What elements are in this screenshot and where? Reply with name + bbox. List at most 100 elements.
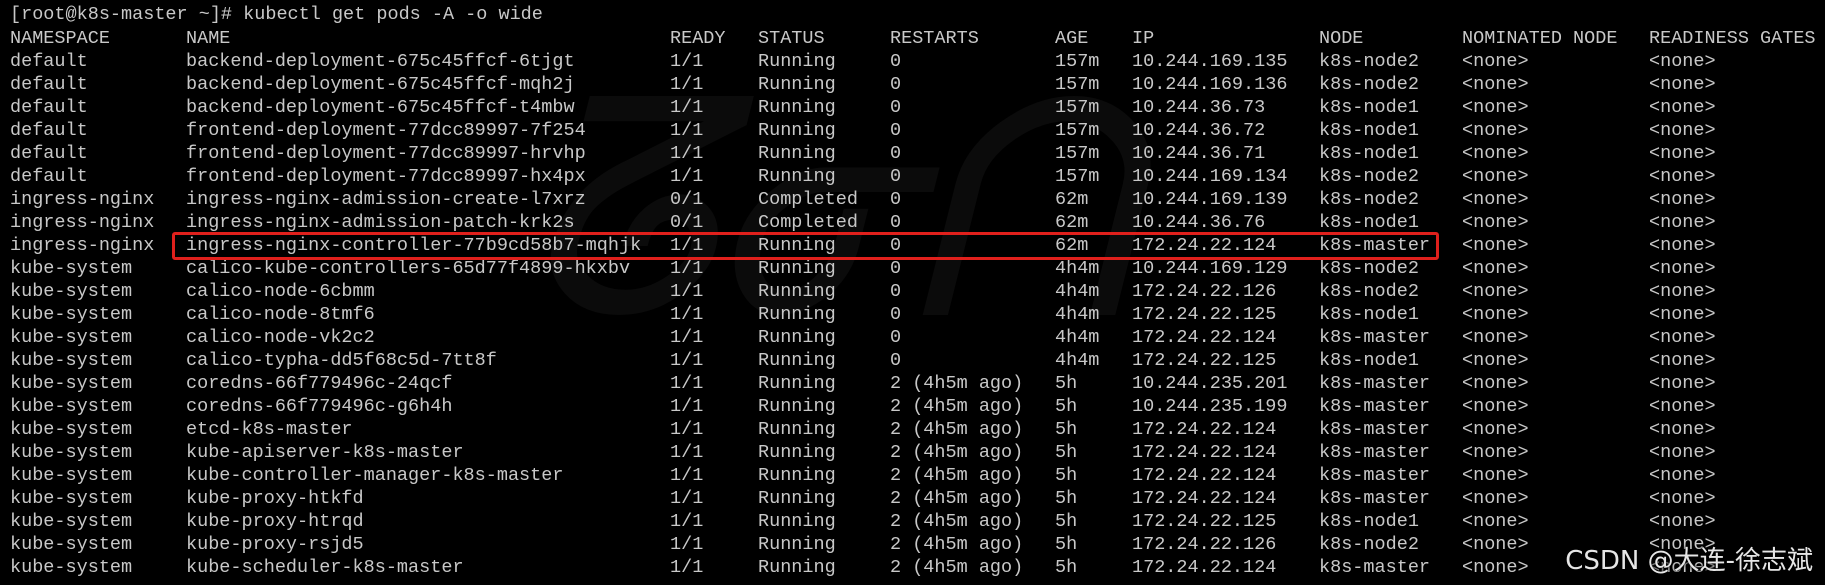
cell-status: Running <box>758 166 836 187</box>
cell-readiness-gates: <none> <box>1649 120 1716 141</box>
cell-namespace: ingress-nginx <box>10 235 155 256</box>
cell-node: k8s-node2 <box>1319 258 1419 279</box>
cell-name: calico-kube-controllers-65d77f4899-hkxbv <box>186 258 631 279</box>
cell-nominated-node: <none> <box>1462 235 1529 256</box>
cell-namespace: kube-system <box>10 281 133 302</box>
cell-ready: 1/1 <box>670 419 704 440</box>
cell-ip: 172.24.22.125 <box>1132 304 1277 325</box>
cell-readiness-gates: <none> <box>1649 350 1716 371</box>
cell-age: 5h <box>1055 396 1078 417</box>
cell-namespace: default <box>10 51 88 72</box>
cell-readiness-gates: <none> <box>1649 373 1716 394</box>
watermark-credit: CSDN @大连-徐志斌 <box>1565 546 1813 576</box>
cell-namespace: kube-system <box>10 327 133 348</box>
highlight-box <box>172 232 1439 260</box>
cell-node: k8s-node2 <box>1319 74 1419 95</box>
cell-restarts: 2 (4h5m ago) <box>890 511 1024 532</box>
cell-restarts: 2 (4h5m ago) <box>890 442 1024 463</box>
cell-name: kube-apiserver-k8s-master <box>186 442 464 463</box>
cell-nominated-node: <none> <box>1462 212 1529 233</box>
cell-ip: 172.24.22.124 <box>1132 419 1277 440</box>
cell-namespace: kube-system <box>10 396 133 417</box>
cell-nominated-node: <none> <box>1462 327 1529 348</box>
cell-readiness-gates: <none> <box>1649 97 1716 118</box>
cell-nominated-node: <none> <box>1462 166 1529 187</box>
cell-ready: 1/1 <box>670 304 704 325</box>
cell-age: 157m <box>1055 74 1100 95</box>
cell-node: k8s-node2 <box>1319 534 1419 555</box>
cell-name: kube-controller-manager-k8s-master <box>186 465 564 486</box>
cell-name: frontend-deployment-77dcc89997-hx4px <box>186 166 586 187</box>
cell-status: Running <box>758 350 836 371</box>
cell-ready: 1/1 <box>670 51 704 72</box>
cell-namespace: kube-system <box>10 534 133 555</box>
cell-status: Running <box>758 419 836 440</box>
cell-ip: 10.244.36.72 <box>1132 120 1266 141</box>
cell-readiness-gates: <none> <box>1649 304 1716 325</box>
cell-namespace: default <box>10 74 88 95</box>
cell-nominated-node: <none> <box>1462 488 1529 509</box>
cell-status: Running <box>758 557 836 578</box>
cell-nominated-node: <none> <box>1462 97 1529 118</box>
cell-namespace: default <box>10 166 88 187</box>
cell-readiness-gates: <none> <box>1649 189 1716 210</box>
cell-namespace: kube-system <box>10 304 133 325</box>
cell-ip: 10.244.169.139 <box>1132 189 1288 210</box>
cell-name: frontend-deployment-77dcc89997-7f254 <box>186 120 586 141</box>
cell-node: k8s-master <box>1319 373 1431 394</box>
cell-namespace: kube-system <box>10 557 133 578</box>
cell-restarts: 0 <box>890 166 902 187</box>
cell-ready: 1/1 <box>670 488 704 509</box>
header-name: NAME <box>186 28 231 49</box>
cell-ready: 1/1 <box>670 143 704 164</box>
cell-namespace: kube-system <box>10 373 133 394</box>
cell-restarts: 0 <box>890 143 902 164</box>
cell-age: 4h4m <box>1055 327 1100 348</box>
header-node: NODE <box>1319 28 1364 49</box>
cell-age: 4h4m <box>1055 258 1100 279</box>
cell-nominated-node: <none> <box>1462 396 1529 417</box>
cell-restarts: 0 <box>890 51 902 72</box>
cell-ip: 172.24.22.125 <box>1132 511 1277 532</box>
cell-age: 5h <box>1055 557 1078 578</box>
cell-node: k8s-node2 <box>1319 51 1419 72</box>
cell-age: 157m <box>1055 166 1100 187</box>
cell-age: 4h4m <box>1055 304 1100 325</box>
cell-name: frontend-deployment-77dcc89997-hrvhp <box>186 143 586 164</box>
cell-ready: 0/1 <box>670 212 704 233</box>
cell-readiness-gates: <none> <box>1649 235 1716 256</box>
cell-status: Running <box>758 143 836 164</box>
cell-readiness-gates: <none> <box>1649 488 1716 509</box>
cell-restarts: 2 (4h5m ago) <box>890 419 1024 440</box>
cell-ready: 1/1 <box>670 281 704 302</box>
cell-status: Running <box>758 511 836 532</box>
cell-node: k8s-node1 <box>1319 120 1419 141</box>
cell-node: k8s-node2 <box>1319 189 1419 210</box>
cell-ip: 172.24.22.125 <box>1132 350 1277 371</box>
terminal-window[interactable]: ᘔᓂᑎ [root@k8s-master ~]# kubectl get pod… <box>0 0 1825 585</box>
cell-namespace: kube-system <box>10 488 133 509</box>
cell-nominated-node: <none> <box>1462 419 1529 440</box>
cell-ready: 1/1 <box>670 120 704 141</box>
cell-node: k8s-node1 <box>1319 511 1419 532</box>
cell-name: coredns-66f779496c-24qcf <box>186 373 453 394</box>
cell-readiness-gates: <none> <box>1649 258 1716 279</box>
cell-readiness-gates: <none> <box>1649 281 1716 302</box>
cell-readiness-gates: <none> <box>1649 465 1716 486</box>
cell-ip: 172.24.22.124 <box>1132 442 1277 463</box>
cell-restarts: 2 (4h5m ago) <box>890 534 1024 555</box>
cell-ready: 1/1 <box>670 97 704 118</box>
cell-readiness-gates: <none> <box>1649 419 1716 440</box>
cell-nominated-node: <none> <box>1462 281 1529 302</box>
cell-nominated-node: <none> <box>1462 373 1529 394</box>
cell-node: k8s-node2 <box>1319 281 1419 302</box>
cell-status: Running <box>758 327 836 348</box>
cell-ready: 1/1 <box>670 166 704 187</box>
cell-readiness-gates: <none> <box>1649 327 1716 348</box>
cell-status: Running <box>758 304 836 325</box>
cell-nominated-node: <none> <box>1462 534 1529 555</box>
cell-ip: 10.244.169.134 <box>1132 166 1288 187</box>
cell-ready: 1/1 <box>670 327 704 348</box>
cell-node: k8s-node1 <box>1319 143 1419 164</box>
cell-namespace: default <box>10 97 88 118</box>
